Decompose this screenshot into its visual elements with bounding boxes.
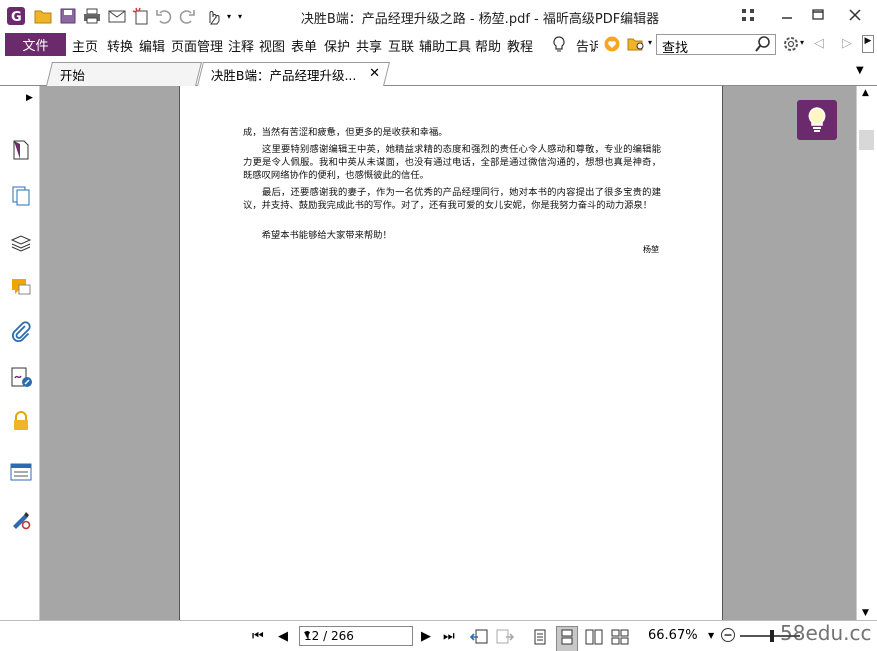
- find-dropdown-icon[interactable]: ▾: [648, 38, 652, 47]
- svg-text:G: G: [11, 10, 22, 25]
- app-logo-icon[interactable]: G: [6, 6, 26, 26]
- menu-page-management[interactable]: 页面管理: [171, 36, 223, 55]
- tab-document-label: 决胜B端：产品经理升级...: [210, 68, 357, 83]
- menu-convert[interactable]: 转换: [107, 36, 133, 55]
- settings-dropdown-icon[interactable]: ▾: [800, 38, 804, 47]
- open-folder-icon[interactable]: [33, 6, 53, 26]
- status-bar: ⏮ ◀ 12 / 266 ▼ ▶ ⏭ 66.67% ▼ 58edu.cc: [0, 620, 877, 651]
- certificate-tool-icon[interactable]: [9, 507, 33, 531]
- menu-comment[interactable]: 注释: [228, 36, 254, 55]
- tips-lightbulb-button[interactable]: [797, 100, 837, 140]
- doc-signature: 杨堃: [643, 245, 659, 254]
- pdf-page: 成，当然有苦涩和疲惫，但更多的是收获和幸福。 这里要特别感谢编辑王中英，她精益求…: [179, 86, 723, 620]
- menu-protect[interactable]: 保护: [324, 36, 350, 55]
- minimize-button[interactable]: [772, 4, 802, 26]
- attachments-icon[interactable]: [9, 320, 33, 344]
- window-title: 决胜B端：产品经理升级之路 - 杨堃.pdf - 福昕高级PDF编辑器: [300, 12, 660, 27]
- print-icon[interactable]: [82, 6, 102, 26]
- scrollbar-thumb[interactable]: [859, 130, 874, 150]
- menu-edit[interactable]: 编辑: [139, 36, 165, 55]
- page-number-input[interactable]: 12 / 266 ▼: [299, 626, 413, 646]
- doc-paragraph-3: 最后，还要感谢我的妻子，作为一名优秀的产品经理同行，她对本书的内容提出了很多宝贵…: [243, 187, 661, 211]
- document-tab-bar: 开始 决胜B端：产品经理升级... ✕ ▼: [0, 57, 877, 86]
- ribbon-scroll-right-icon[interactable]: ▶: [862, 35, 874, 53]
- tab-start[interactable]: 开始: [46, 62, 202, 86]
- zoom-dropdown-icon[interactable]: ▼: [708, 631, 714, 640]
- doc-paragraph-4: 希望本书能够给大家带来帮助！: [243, 230, 392, 241]
- tab-list-dropdown-icon[interactable]: ▼: [856, 65, 864, 76]
- lightbulb-icon[interactable]: [552, 35, 566, 57]
- undo-icon[interactable]: [154, 6, 174, 26]
- ribbon-next-icon[interactable]: ▷: [842, 36, 852, 51]
- navigation-panel: ▶: [0, 86, 40, 620]
- page-thumbnails-icon[interactable]: [9, 138, 33, 162]
- pages-icon[interactable]: [9, 184, 33, 208]
- menu-form[interactable]: 表单: [291, 36, 317, 55]
- first-page-icon[interactable]: ⏮: [252, 629, 264, 644]
- scroll-down-icon[interactable]: ▼: [862, 608, 869, 618]
- menu-bar: 文件 主页 转换 编辑 页面管理 注释 视图 表单 保护 共享 互联 辅助工具 …: [0, 33, 877, 57]
- close-button[interactable]: [840, 4, 870, 26]
- redo-icon[interactable]: [177, 6, 197, 26]
- tab-start-label: 开始: [59, 68, 85, 83]
- previous-page-icon[interactable]: ◀: [278, 629, 288, 644]
- expand-panel-icon[interactable]: ▶: [26, 93, 33, 103]
- document-viewport[interactable]: 成，当然有苦涩和疲惫，但更多的是收获和幸福。 这里要特别感谢编辑王中英，她精益求…: [40, 86, 856, 620]
- find-folder-icon[interactable]: [627, 36, 647, 56]
- maximize-button[interactable]: [803, 4, 833, 26]
- save-icon[interactable]: [58, 6, 78, 26]
- continuous-view-icon[interactable]: [556, 626, 578, 651]
- ribbon-prev-icon[interactable]: ◁: [814, 36, 824, 51]
- ribbon-display-icon[interactable]: [733, 4, 763, 26]
- security-lock-icon[interactable]: [9, 409, 33, 433]
- scroll-up-icon[interactable]: ▲: [862, 88, 869, 98]
- zoom-out-icon[interactable]: [720, 627, 736, 647]
- file-menu-button[interactable]: 文件: [5, 33, 66, 56]
- next-view-icon[interactable]: [496, 629, 515, 649]
- doc-paragraph-1: 成，当然有苦涩和疲惫，但更多的是收获和幸福。: [243, 127, 448, 138]
- heart-icon[interactable]: [604, 36, 620, 56]
- settings-gear-icon[interactable]: [782, 35, 800, 57]
- comments-icon[interactable]: [9, 275, 33, 299]
- watermark-text: 58edu.cc: [780, 621, 872, 645]
- menu-tutorial[interactable]: 教程: [507, 36, 533, 55]
- new-document-icon[interactable]: [131, 6, 151, 26]
- menu-accessibility[interactable]: 辅助工具: [419, 36, 471, 55]
- email-icon[interactable]: [107, 6, 127, 26]
- menu-view[interactable]: 视图: [259, 36, 285, 55]
- menu-connect[interactable]: 互联: [388, 36, 414, 55]
- content-panel-icon[interactable]: [9, 460, 33, 484]
- search-placeholder: 查找: [662, 41, 689, 56]
- facing-view-icon[interactable]: [585, 629, 603, 649]
- next-page-icon[interactable]: ▶: [421, 629, 431, 644]
- menu-home[interactable]: 主页: [72, 36, 98, 55]
- continuous-facing-view-icon[interactable]: [611, 629, 629, 649]
- layers-icon[interactable]: [9, 230, 33, 254]
- tab-close-icon[interactable]: ✕: [369, 66, 380, 81]
- zoom-level[interactable]: 66.67%: [648, 628, 698, 643]
- last-page-icon[interactable]: ⏭: [443, 629, 455, 644]
- doc-paragraph-2: 这里要特别感谢编辑王中英，她精益求精的态度和强烈的责任心令人感动和尊敬，专业的编…: [243, 144, 661, 181]
- tell-me-label[interactable]: 告诉: [576, 36, 598, 55]
- search-icon[interactable]: [754, 35, 772, 53]
- menu-help[interactable]: 帮助: [475, 36, 501, 55]
- signatures-icon[interactable]: [9, 365, 33, 389]
- single-page-view-icon[interactable]: [533, 629, 547, 649]
- vertical-scrollbar[interactable]: ▲ ▼: [856, 86, 877, 620]
- previous-view-icon[interactable]: [469, 629, 488, 649]
- menu-share[interactable]: 共享: [356, 36, 382, 55]
- page-dropdown-icon[interactable]: ▼: [304, 630, 409, 639]
- zoom-slider-knob[interactable]: [770, 630, 774, 642]
- title-bar: G ▾ ▾ 决胜B端：产品经理升级之路 - 杨堃.pdf - 福昕高级PDF编辑…: [0, 0, 877, 33]
- tab-document[interactable]: 决胜B端：产品经理升级... ✕: [197, 62, 390, 86]
- search-input[interactable]: 查找: [656, 34, 776, 56]
